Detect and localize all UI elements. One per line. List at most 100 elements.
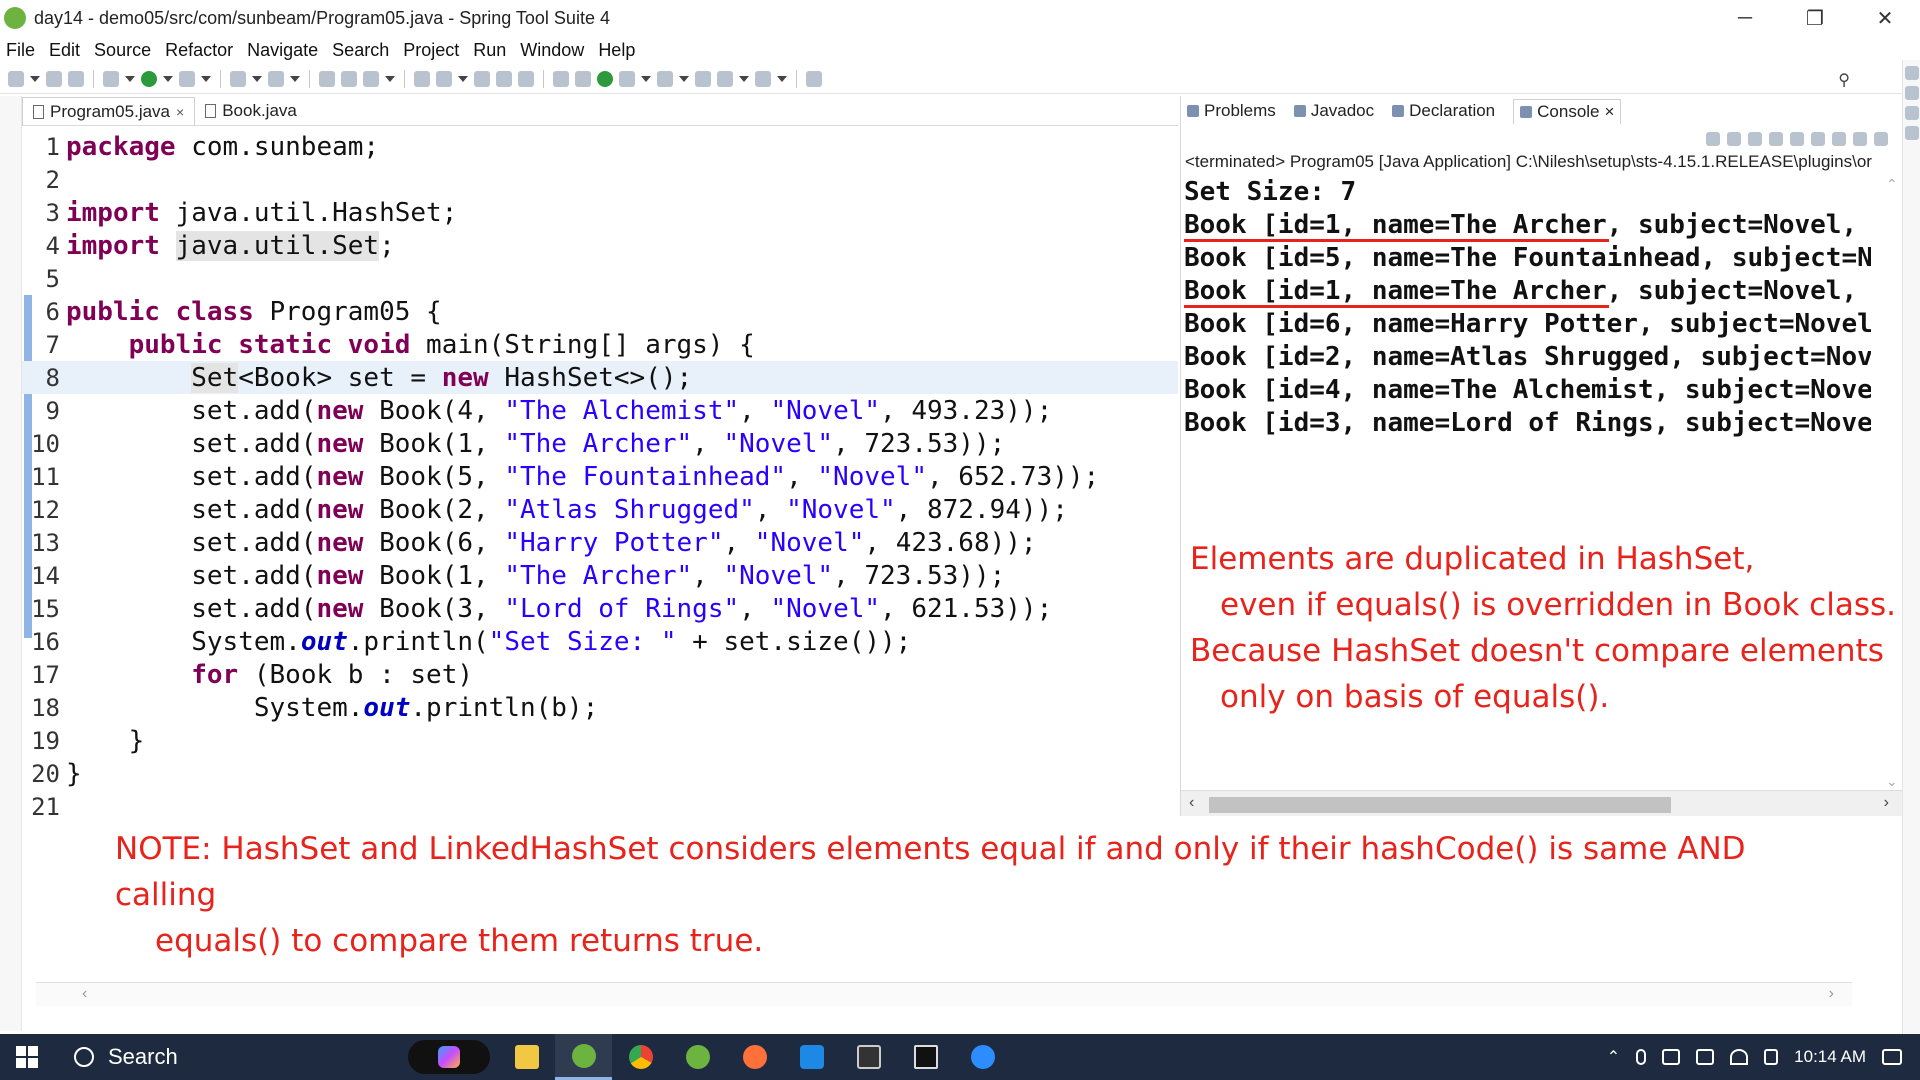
open-console-icon[interactable] — [1853, 132, 1867, 146]
close-icon[interactable]: × — [176, 104, 184, 120]
menu-edit[interactable]: Edit — [49, 40, 80, 61]
chevron-down-icon[interactable] — [739, 75, 749, 82]
scroll-up-icon[interactable]: ⌃ — [1886, 176, 1898, 193]
minimize-button[interactable]: ─ — [1710, 0, 1780, 36]
skip-breakpoints-icon[interactable] — [575, 70, 591, 87]
code-editor[interactable]: Program05.java × Book.java 1 package com.… — [22, 96, 1178, 836]
terminal-icon[interactable] — [553, 70, 569, 87]
chevron-down-icon[interactable] — [30, 75, 40, 82]
spring-tool-suite-button[interactable] — [555, 1034, 612, 1080]
outline-icon[interactable] — [1905, 106, 1919, 120]
chevron-down-icon[interactable] — [163, 75, 173, 82]
forward-icon[interactable] — [755, 70, 771, 87]
taskbar-search[interactable]: Search — [54, 1034, 354, 1080]
back-icon[interactable] — [717, 70, 733, 87]
new-icon[interactable] — [8, 70, 24, 87]
clock[interactable]: 10:14 AM — [1794, 1047, 1866, 1067]
menu-search[interactable]: Search — [332, 40, 389, 61]
console-vertical-scrollbar[interactable]: ⌃ ⌄ — [1886, 176, 1902, 790]
display-console-icon[interactable] — [1832, 132, 1846, 146]
volume-icon[interactable] — [1764, 1049, 1779, 1065]
spring-perspective-icon[interactable] — [1905, 86, 1919, 100]
open-type-icon[interactable] — [414, 70, 430, 87]
search-tool-icon[interactable] — [436, 70, 452, 87]
save-all-icon[interactable] — [68, 70, 84, 87]
prev-annotation-icon[interactable] — [657, 70, 673, 87]
perspective-icon[interactable] — [1905, 66, 1919, 80]
toggle-mark-icon[interactable] — [474, 70, 490, 87]
chevron-down-icon[interactable] — [125, 75, 135, 82]
menu-navigate[interactable]: Navigate — [247, 40, 318, 61]
spring-tools-button[interactable] — [669, 1034, 726, 1080]
terminate-icon[interactable] — [1706, 132, 1720, 146]
tab-declaration[interactable]: Declaration — [1392, 101, 1495, 121]
wifi-icon[interactable] — [1730, 1049, 1749, 1065]
save-icon[interactable] — [46, 70, 62, 87]
external-tools-icon[interactable] — [268, 70, 284, 87]
scroll-down-icon[interactable]: ⌄ — [1886, 773, 1898, 790]
close-button[interactable]: ✕ — [1850, 0, 1920, 36]
menu-source[interactable]: Source — [94, 40, 151, 61]
menu-run[interactable]: Run — [473, 40, 506, 61]
code-area[interactable]: 1 package com.sunbeam; 2 3 import java.uti… — [22, 130, 1178, 823]
tab-program05[interactable]: Program05.java × — [22, 97, 196, 125]
boot-dashboard-icon[interactable] — [597, 70, 613, 87]
coverage-icon[interactable] — [179, 70, 195, 87]
notifications-icon[interactable] — [1882, 1049, 1902, 1065]
tab-console[interactable]: Console × — [1513, 98, 1622, 124]
tab-book[interactable]: Book.java — [195, 97, 307, 125]
copilot-button[interactable] — [408, 1040, 490, 1074]
zoom-button[interactable] — [954, 1034, 1011, 1080]
menu-file[interactable]: File — [6, 40, 35, 61]
scroll-thumb[interactable] — [1209, 797, 1671, 813]
search-icon[interactable]: ⚲ — [1838, 70, 1850, 90]
vscode-button[interactable] — [783, 1034, 840, 1080]
chevron-down-icon[interactable] — [252, 75, 262, 82]
terminal-button[interactable] — [840, 1034, 897, 1080]
file-explorer-button[interactable] — [498, 1034, 555, 1080]
task-list-icon[interactable] — [1905, 126, 1919, 140]
editor-horizontal-scrollbar[interactable]: ‹ › — [36, 982, 1852, 1006]
restore-button[interactable]: ❐ — [1780, 0, 1850, 36]
scroll-left-icon[interactable]: ‹ — [1189, 794, 1194, 812]
menu-refactor[interactable]: Refactor — [165, 40, 233, 61]
scroll-left-icon[interactable]: ‹ — [82, 985, 87, 1003]
pin-editor-icon[interactable] — [806, 70, 822, 87]
show-whitespace-icon[interactable] — [518, 70, 534, 87]
console-output[interactable]: Set Size: 7 Book [id=1, name=The Archer,… — [1181, 176, 1871, 440]
new-java-project-icon[interactable] — [319, 70, 335, 87]
tab-problems[interactable]: Problems — [1187, 101, 1276, 121]
remove-all-icon[interactable] — [1748, 132, 1762, 146]
chevron-up-icon[interactable]: ⌃ — [1607, 1047, 1620, 1067]
tab-javadoc[interactable]: Javadoc — [1293, 101, 1374, 121]
chevron-down-icon[interactable] — [679, 75, 689, 82]
view-menu-icon[interactable] — [1874, 132, 1888, 146]
menu-project[interactable]: Project — [403, 40, 459, 61]
run-icon[interactable] — [141, 70, 157, 87]
app-button[interactable] — [897, 1034, 954, 1080]
battery-icon[interactable] — [1696, 1049, 1715, 1065]
pin-console-icon[interactable] — [1811, 132, 1825, 146]
stop-icon[interactable] — [230, 70, 246, 87]
word-wrap-icon[interactable] — [1790, 132, 1804, 146]
chevron-down-icon[interactable] — [201, 75, 211, 82]
close-icon[interactable]: × — [1605, 102, 1615, 122]
menu-help[interactable]: Help — [598, 40, 635, 61]
new-class-icon[interactable] — [363, 70, 379, 87]
new-package-icon[interactable] — [341, 70, 357, 87]
scroll-right-icon[interactable]: › — [1884, 794, 1889, 812]
remove-launch-icon[interactable] — [1727, 132, 1741, 146]
display-icon[interactable] — [1662, 1049, 1681, 1065]
toggle-block-icon[interactable] — [496, 70, 512, 87]
chevron-down-icon[interactable] — [385, 75, 395, 82]
scroll-lock-icon[interactable] — [1769, 132, 1783, 146]
chevron-down-icon[interactable] — [458, 75, 468, 82]
menu-window[interactable]: Window — [520, 40, 584, 61]
scroll-right-icon[interactable]: › — [1829, 985, 1834, 1003]
start-button[interactable] — [0, 1034, 54, 1080]
last-edit-icon[interactable] — [695, 70, 711, 87]
microphone-icon[interactable] — [1636, 1049, 1647, 1065]
chevron-down-icon[interactable] — [777, 75, 787, 82]
chevron-down-icon[interactable] — [290, 75, 300, 82]
console-horizontal-scrollbar[interactable]: ‹ › — [1181, 790, 1903, 816]
